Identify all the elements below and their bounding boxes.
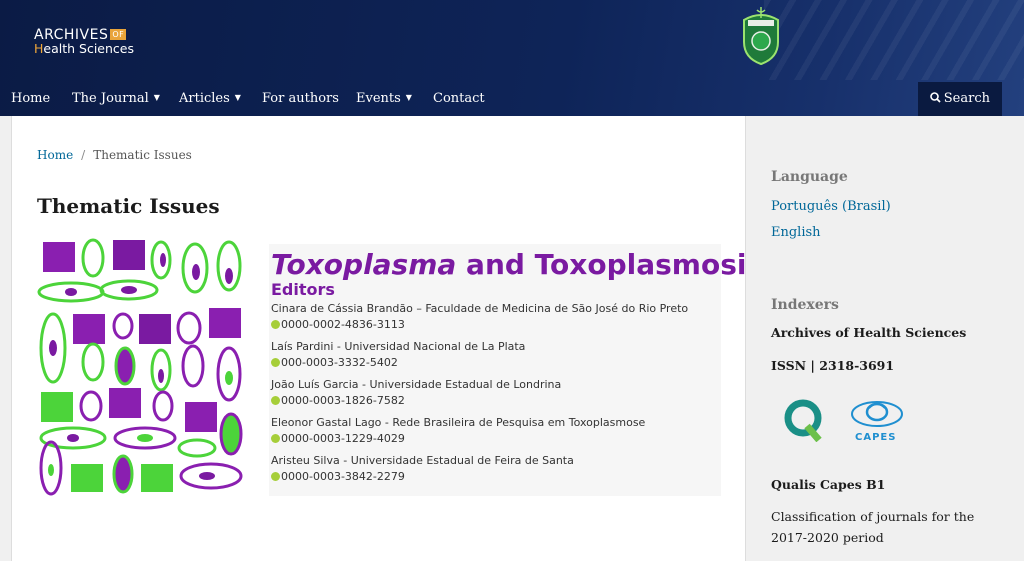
orcid-icon <box>271 396 280 405</box>
nav-label: Articles <box>179 91 230 106</box>
toxoplasma-cells-illustration <box>37 238 243 496</box>
editor-orcid: 0000-0003-3842-2279 <box>271 470 405 483</box>
page-title: Thematic Issues <box>37 194 220 218</box>
banner-title-italic: Toxoplasma <box>271 248 457 281</box>
editor-name: Eleonor Gastal Lago - Rede Brasileira de… <box>271 416 646 429</box>
logo-of: OF <box>110 29 127 40</box>
qualis-q-logo-icon[interactable] <box>783 398 827 442</box>
classification-text: Classification of journals for the 2017-… <box>771 509 975 545</box>
editors-label: Editors <box>271 280 335 299</box>
editor-name: Cinara de Cássia Brandão – Faculdade de … <box>271 302 689 315</box>
language-link-en[interactable]: English <box>771 225 821 240</box>
orcid-id: 0000-0002-4836-3113 <box>281 318 405 331</box>
issn: ISSN | 2318-3691 <box>771 358 895 373</box>
orcid-icon <box>271 434 280 443</box>
orcid-icon <box>271 320 280 329</box>
breadcrumb-current: Thematic Issues <box>93 148 192 162</box>
search-label: Search <box>943 91 990 106</box>
journal-name: Archives of Health Sciences <box>771 325 967 340</box>
main-content: Home / Thematic Issues Thematic Issues T… <box>11 116 763 561</box>
editor-name: Laís Pardini - Universidad Nacional de L… <box>271 340 526 353</box>
site-header: ARCHIVES OF Health Sciences Home The Jour… <box>0 0 1024 116</box>
orcid-id: 0000-0003-1229-4029 <box>281 432 405 445</box>
thematic-issue-banner[interactable]: Toxoplasma and Toxoplasmosis Editors Cin… <box>37 236 763 496</box>
site-logo[interactable]: ARCHIVES OF Health Sciences <box>34 28 134 56</box>
header-decoration <box>764 0 1024 80</box>
qualis-capes: Qualis Capes B1 <box>771 477 886 492</box>
nav-label: Home <box>11 91 51 106</box>
nav-events[interactable]: Events ▼ <box>356 91 412 106</box>
famerp-crest-icon <box>743 7 779 66</box>
nav-articles[interactable]: Articles ▼ <box>179 91 241 106</box>
language-block-title: Language <box>771 169 848 185</box>
indexers-block-title: Indexers <box>771 297 839 313</box>
nav-for-authors[interactable]: For authors <box>262 91 339 106</box>
capes-label: CAPES <box>855 432 897 443</box>
caret-down-icon: ▼ <box>153 93 160 102</box>
breadcrumb-home-link[interactable]: Home <box>37 148 73 162</box>
breadcrumb-separator: / <box>81 148 86 162</box>
sidebar: Language Português (Brasil) English Inde… <box>747 116 1024 561</box>
logo-line2: ealth Sciences <box>43 41 134 56</box>
orcid-icon <box>271 472 280 481</box>
caret-down-icon: ▼ <box>234 93 241 102</box>
editor-name: João Luís Garcia - Universidade Estadual… <box>271 378 562 391</box>
search-icon <box>929 92 941 103</box>
nav-label: For authors <box>262 91 339 106</box>
breadcrumb: Home / Thematic Issues <box>37 148 192 162</box>
logo-h: H <box>34 41 44 56</box>
editor-orcid: 0000-0003-1826-7582 <box>271 394 405 407</box>
banner-title-rest: and Toxoplasmosis <box>456 248 764 281</box>
nav-label: Events <box>356 91 401 106</box>
capes-logo-icon[interactable] <box>849 396 905 432</box>
nav-home[interactable]: Home <box>11 91 50 106</box>
nav-contact[interactable]: Contact <box>433 91 485 106</box>
nav-label: Contact <box>433 91 485 106</box>
banner-title: Toxoplasma and Toxoplasmosis <box>271 248 763 281</box>
main-nav: Home The Journal ▼ Articles ▼ For authors … <box>0 82 1024 116</box>
orcid-id: 0000-0003-3842-2279 <box>281 470 405 483</box>
caret-down-icon: ▼ <box>405 93 412 102</box>
search-button[interactable]: Search <box>917 82 1002 116</box>
orcid-id: 0000-0003-1826-7582 <box>281 394 405 407</box>
editor-orcid: 0000-0003-1229-4029 <box>271 432 405 445</box>
editor-orcid: 0000-0002-4836-3113 <box>271 318 405 331</box>
nav-label: The Journal <box>72 91 149 106</box>
nav-the-journal[interactable]: The Journal ▼ <box>72 91 160 106</box>
banner-text-panel: Toxoplasma and Toxoplasmosis Editors Cin… <box>269 244 763 496</box>
language-link-pt-br[interactable]: Português (Brasil) <box>771 199 891 214</box>
orcid-id: 000-0003-3332-5402 <box>281 356 398 369</box>
orcid-icon <box>271 358 280 367</box>
editor-orcid: 000-0003-3332-5402 <box>271 356 398 369</box>
editor-name: Aristeu Silva - Universidade Estadual de… <box>271 454 574 467</box>
